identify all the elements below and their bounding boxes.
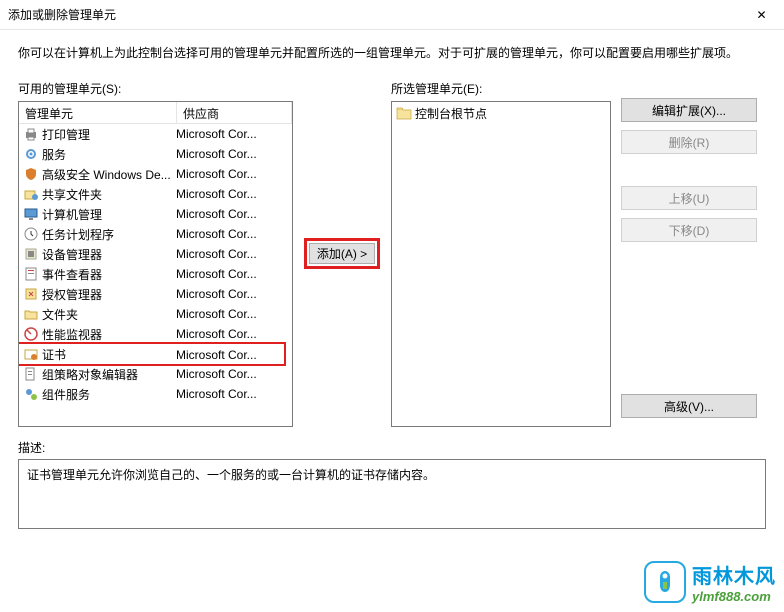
event-icon	[23, 266, 39, 282]
item-name: 设备管理器	[42, 246, 176, 263]
main-area: 可用的管理单元(S): 管理单元 供应商 打印管理Microsoft Cor..…	[18, 80, 766, 427]
tree-root-label: 控制台根节点	[415, 105, 487, 122]
shield-icon	[23, 166, 39, 182]
item-vendor: Microsoft Cor...	[176, 167, 292, 181]
available-snapins-column: 可用的管理单元(S): 管理单元 供应商 打印管理Microsoft Cor..…	[18, 80, 293, 427]
add-button-highlight: 添加(A) >	[304, 238, 380, 269]
window-title: 添加或删除管理单元	[8, 6, 116, 23]
item-vendor: Microsoft Cor...	[176, 327, 292, 341]
list-item[interactable]: 性能监视器Microsoft Cor...	[19, 324, 292, 344]
list-item[interactable]: 服务Microsoft Cor...	[19, 144, 292, 164]
policy-icon	[23, 366, 39, 382]
item-vendor: Microsoft Cor...	[176, 227, 292, 241]
gear-icon	[23, 146, 39, 162]
item-vendor: Microsoft Cor...	[176, 127, 292, 141]
list-body[interactable]: 打印管理Microsoft Cor...服务Microsoft Cor...高级…	[19, 124, 292, 426]
selected-tree[interactable]: 控制台根节点	[391, 101, 611, 427]
list-item[interactable]: 事件查看器Microsoft Cor...	[19, 264, 292, 284]
cert-icon	[23, 347, 39, 363]
item-vendor: Microsoft Cor...	[176, 348, 284, 362]
item-vendor: Microsoft Cor...	[176, 387, 292, 401]
printer-icon	[23, 126, 39, 142]
close-button[interactable]: ✕	[739, 0, 784, 30]
description-label: 描述:	[18, 439, 766, 456]
list-item[interactable]: 文件夹Microsoft Cor...	[19, 304, 292, 324]
item-name: 计算机管理	[42, 206, 176, 223]
add-column: 添加(A) >	[303, 80, 381, 427]
available-label: 可用的管理单元(S):	[18, 80, 293, 97]
list-item[interactable]: 组策略对象编辑器Microsoft Cor...	[19, 364, 292, 384]
header-vendor[interactable]: 供应商	[177, 102, 292, 123]
list-item[interactable]: 共享文件夹Microsoft Cor...	[19, 184, 292, 204]
side-buttons-column: 编辑扩展(X)... 删除(R) 上移(U) 下移(D) 高级(V)...	[621, 80, 757, 427]
item-name: 高级安全 Windows De...	[42, 166, 176, 183]
item-name: 组件服务	[42, 386, 176, 403]
available-listbox[interactable]: 管理单元 供应商 打印管理Microsoft Cor...服务Microsoft…	[18, 101, 293, 427]
titlebar: 添加或删除管理单元 ✕	[0, 0, 784, 30]
item-name: 服务	[42, 146, 176, 163]
item-name: 证书	[42, 346, 176, 363]
watermark: 雨林木风 ylmf888.com	[644, 560, 776, 604]
watermark-logo	[644, 561, 686, 603]
watermark-cn: 雨林木风	[692, 560, 776, 589]
list-item[interactable]: 计算机管理Microsoft Cor...	[19, 204, 292, 224]
description-box: 证书管理单元允许你浏览自己的、一个服务的或一台计算机的证书存储内容。	[18, 459, 766, 529]
list-item[interactable]: 授权管理器Microsoft Cor...	[19, 284, 292, 304]
clock-icon	[23, 226, 39, 242]
edit-extensions-button[interactable]: 编辑扩展(X)...	[621, 98, 757, 122]
add-button[interactable]: 添加(A) >	[309, 243, 375, 264]
item-vendor: Microsoft Cor...	[176, 267, 292, 281]
component-icon	[23, 386, 39, 402]
selected-label: 所选管理单元(E):	[391, 80, 611, 97]
item-vendor: Microsoft Cor...	[176, 207, 292, 221]
auth-icon	[23, 286, 39, 302]
item-vendor: Microsoft Cor...	[176, 187, 292, 201]
item-name: 文件夹	[42, 306, 176, 323]
advanced-button[interactable]: 高级(V)...	[621, 394, 757, 418]
spacer	[621, 250, 757, 394]
item-vendor: Microsoft Cor...	[176, 287, 292, 301]
item-name: 事件查看器	[42, 266, 176, 283]
move-down-button[interactable]: 下移(D)	[621, 218, 757, 242]
perf-icon	[23, 326, 39, 342]
device-icon	[23, 246, 39, 262]
list-item[interactable]: 组件服务Microsoft Cor...	[19, 384, 292, 404]
item-name: 授权管理器	[42, 286, 176, 303]
item-name: 打印管理	[42, 126, 176, 143]
computer-icon	[23, 206, 39, 222]
watermark-text: 雨林木风 ylmf888.com	[692, 560, 776, 604]
folder-icon	[23, 306, 39, 322]
watermark-url: ylmf888.com	[692, 589, 776, 604]
spacer	[621, 162, 757, 186]
remove-button[interactable]: 删除(R)	[621, 130, 757, 154]
dialog-content: 你可以在计算机上为此控制台选择可用的管理单元并配置所选的一组管理单元。对于可扩展…	[0, 30, 784, 539]
description-section: 描述: 证书管理单元允许你浏览自己的、一个服务的或一台计算机的证书存储内容。	[18, 439, 766, 529]
item-vendor: Microsoft Cor...	[176, 147, 292, 161]
item-vendor: Microsoft Cor...	[176, 367, 292, 381]
intro-text: 你可以在计算机上为此控制台选择可用的管理单元并配置所选的一组管理单元。对于可扩展…	[18, 44, 766, 62]
close-icon: ✕	[756, 8, 766, 22]
item-name: 任务计划程序	[42, 226, 176, 243]
selected-snapins-column: 所选管理单元(E): 控制台根节点	[391, 80, 611, 427]
list-item[interactable]: 设备管理器Microsoft Cor...	[19, 244, 292, 264]
tree-root-item[interactable]: 控制台根节点	[394, 104, 608, 122]
spacer-label	[621, 80, 757, 94]
item-vendor: Microsoft Cor...	[176, 307, 292, 321]
header-name[interactable]: 管理单元	[19, 102, 177, 123]
list-header: 管理单元 供应商	[19, 102, 292, 124]
item-vendor: Microsoft Cor...	[176, 247, 292, 261]
list-item[interactable]: 打印管理Microsoft Cor...	[19, 124, 292, 144]
list-item[interactable]: 证书Microsoft Cor...	[19, 342, 286, 366]
folder-icon	[396, 106, 412, 120]
list-item[interactable]: 任务计划程序Microsoft Cor...	[19, 224, 292, 244]
item-name: 组策略对象编辑器	[42, 366, 176, 383]
list-item[interactable]: 高级安全 Windows De...Microsoft Cor...	[19, 164, 292, 184]
item-name: 性能监视器	[42, 326, 176, 343]
item-name: 共享文件夹	[42, 186, 176, 203]
move-up-button[interactable]: 上移(U)	[621, 186, 757, 210]
share-icon	[23, 186, 39, 202]
